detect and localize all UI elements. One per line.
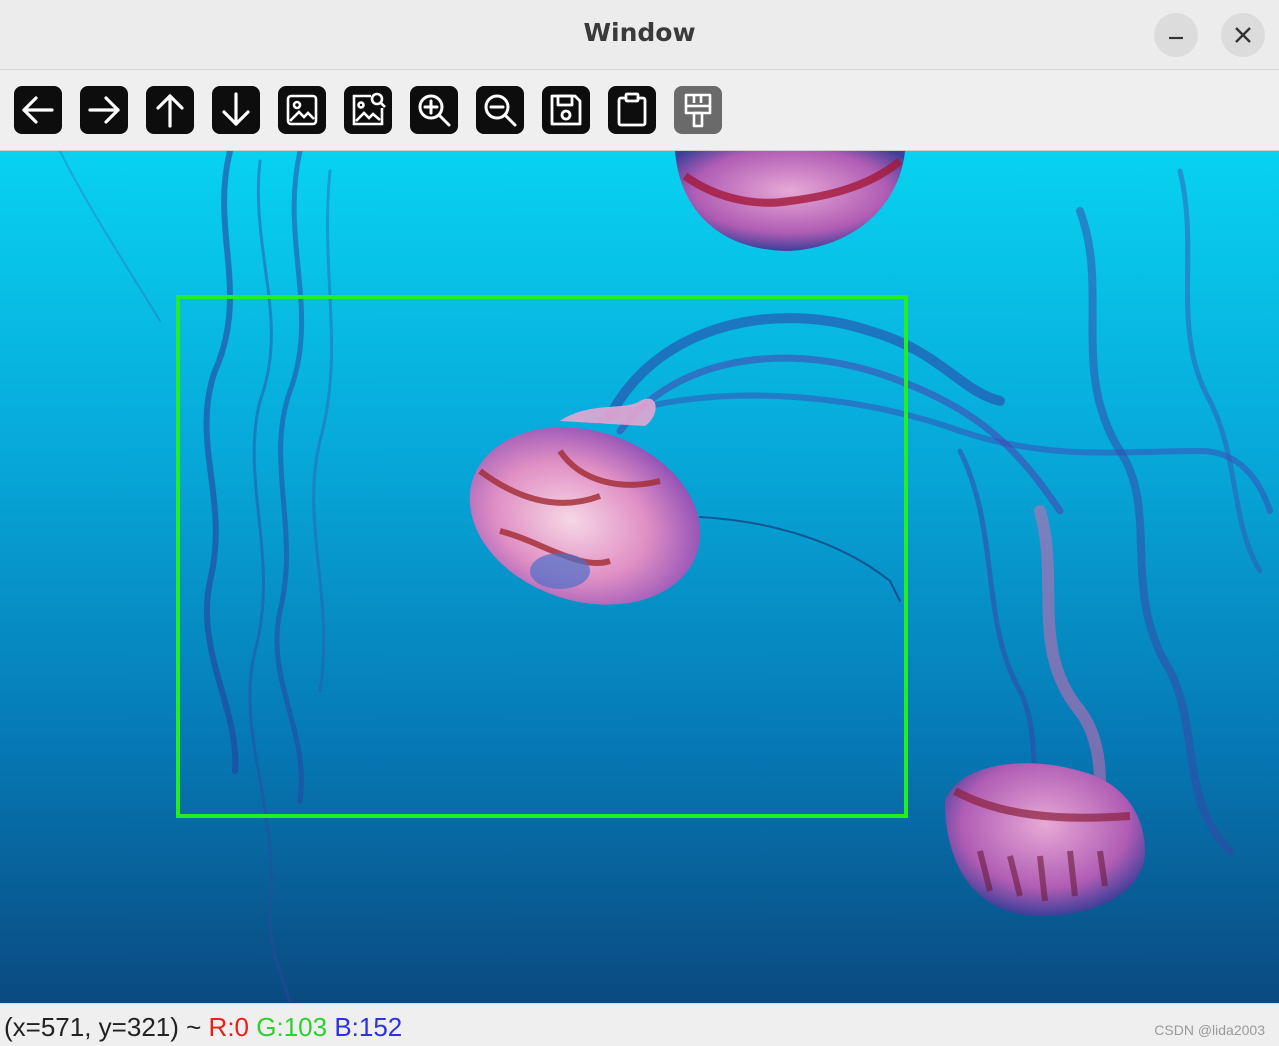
blue-value: B:152 <box>334 1012 403 1042</box>
status-bar: (x=571, y=321) ~ R:0 G:103 B:152 CSDN @l… <box>0 1003 1279 1046</box>
window-title: Window <box>583 18 696 47</box>
properties-icon <box>684 93 712 128</box>
zoom-in-icon <box>418 94 451 127</box>
arrow-right-icon <box>88 96 120 124</box>
close-icon <box>1235 27 1251 43</box>
app-window: Window (x=571, y=321) ~ R:0 G:103 B:152 … <box>0 0 1279 1046</box>
cursor-coordinates: (x=571, y=321) ~ <box>4 1012 202 1042</box>
title-bar: Window <box>0 0 1279 70</box>
zoom-in-button[interactable] <box>410 86 458 134</box>
close-button[interactable] <box>1221 13 1265 57</box>
arrow-down-icon <box>222 92 250 126</box>
jellyfish-image <box>0 151 1279 1003</box>
save-icon <box>550 94 582 126</box>
arrow-up-icon <box>156 94 184 128</box>
zoom-reset-button[interactable] <box>278 86 326 134</box>
minimize-button[interactable] <box>1154 13 1198 57</box>
watermark: CSDN @lida2003 <box>1154 1022 1265 1038</box>
zoom-out-icon <box>484 94 517 127</box>
arrow-left-icon <box>22 96 54 124</box>
red-value: R:0 <box>208 1012 250 1042</box>
properties-button[interactable] <box>674 86 722 134</box>
pan-up-button[interactable] <box>146 86 194 134</box>
zoom-original-button[interactable] <box>344 86 392 134</box>
green-value: G:103 <box>256 1012 328 1042</box>
pan-down-button[interactable] <box>212 86 260 134</box>
toolbar <box>0 70 1279 151</box>
save-button[interactable] <box>542 86 590 134</box>
image-view[interactable] <box>0 151 1279 1003</box>
clipboard-icon <box>617 92 647 127</box>
pan-right-button[interactable] <box>80 86 128 134</box>
minimize-icon <box>1169 36 1183 40</box>
image-icon <box>286 94 318 126</box>
copy-to-clipboard-button[interactable] <box>608 86 656 134</box>
zoom-out-button[interactable] <box>476 86 524 134</box>
pan-left-button[interactable] <box>14 86 62 134</box>
pixel-info: (x=571, y=321) ~ R:0 G:103 B:152 <box>4 1012 402 1043</box>
image-search-icon <box>352 92 386 126</box>
